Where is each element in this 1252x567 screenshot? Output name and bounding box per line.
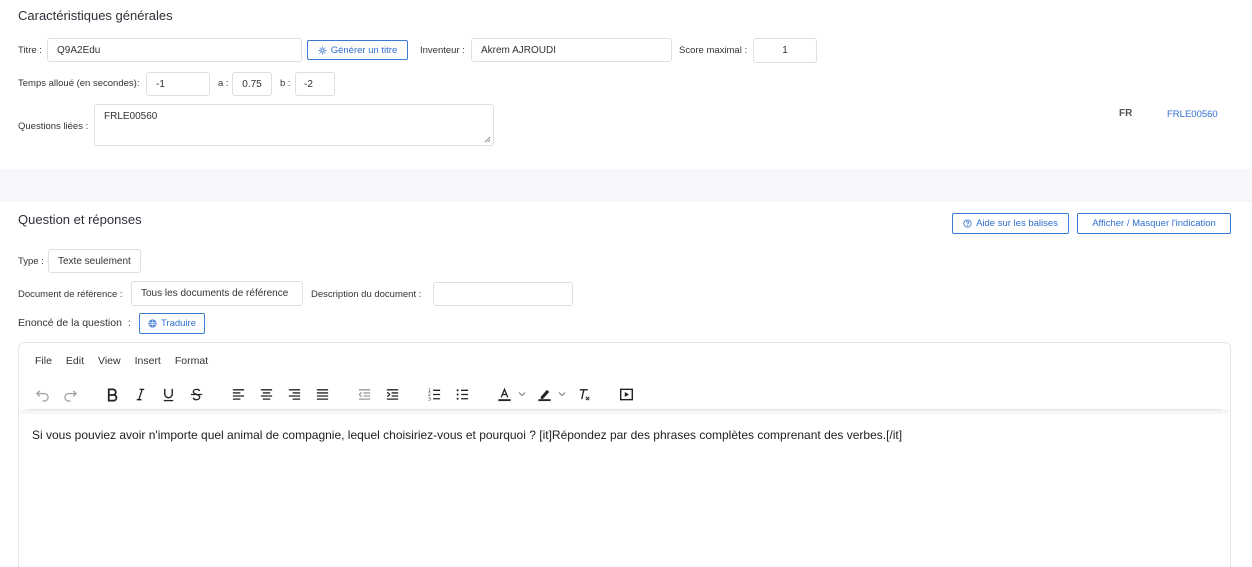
globe-icon	[148, 319, 157, 328]
section-divider	[0, 169, 1252, 202]
inventor-input[interactable]: Akrem AJROUDI	[471, 38, 672, 62]
svg-text:3: 3	[428, 396, 431, 402]
text-color-icon[interactable]	[493, 383, 515, 405]
bulleted-list-icon[interactable]	[451, 383, 473, 405]
reference-document-label: Document de référence :	[18, 289, 123, 300]
title-input[interactable]: Q9A2Edu	[47, 38, 302, 62]
title-label: Titre :	[18, 45, 42, 56]
strikethrough-icon[interactable]	[185, 383, 207, 405]
inventor-label: Inventeur :	[420, 45, 465, 56]
question-statement-colon: :	[127, 317, 131, 329]
tags-help-button[interactable]: Aide sur les balises	[952, 213, 1069, 234]
media-icon[interactable]	[615, 383, 637, 405]
type-select[interactable]: Texte seulement	[48, 249, 141, 273]
gear-icon	[318, 46, 327, 54]
help-icon	[963, 219, 972, 228]
rich-text-editor: File Edit View Insert Format 123 Si vous…	[18, 342, 1231, 567]
outdent-icon[interactable]	[353, 383, 375, 405]
b-input[interactable]: -2	[295, 72, 335, 96]
editor-toolbar: 123	[31, 383, 643, 405]
language-code: FR	[1119, 108, 1133, 119]
max-score-label: Score maximal :	[679, 45, 748, 56]
menu-view[interactable]: View	[98, 355, 121, 367]
highlight-color-icon[interactable]	[533, 383, 555, 405]
numbered-list-icon[interactable]: 123	[423, 383, 445, 405]
toggle-hint-label: Afficher / Masquer l'indication	[1092, 218, 1216, 229]
editor-content-shadow	[20, 410, 1229, 416]
chevron-down-icon[interactable]	[517, 389, 527, 399]
question-statement-text: Enoncé de la question	[18, 317, 122, 329]
linked-questions-value: FRLE00560	[104, 111, 158, 122]
resize-handle-icon[interactable]	[484, 136, 491, 143]
chevron-down-icon[interactable]	[557, 389, 567, 399]
max-score-input[interactable]: 1	[753, 38, 817, 63]
linked-question-link[interactable]: FRLE00560	[1167, 109, 1218, 120]
time-label: Temps alloué (en secondes):	[18, 78, 140, 89]
a-input[interactable]: 0.75	[232, 72, 272, 96]
underline-icon[interactable]	[157, 383, 179, 405]
reference-document-select[interactable]: Tous les documents de référence	[131, 281, 303, 306]
linked-questions-textarea[interactable]: FRLE00560	[94, 104, 494, 146]
toggle-hint-button[interactable]: Afficher / Masquer l'indication	[1077, 213, 1231, 234]
b-label: b :	[280, 78, 291, 89]
clear-format-icon[interactable]	[573, 383, 595, 405]
time-input[interactable]: -1	[146, 72, 210, 96]
document-description-label: Description du document :	[311, 289, 422, 300]
redo-icon[interactable]	[59, 383, 81, 405]
tags-help-label: Aide sur les balises	[976, 218, 1058, 229]
menu-insert[interactable]: Insert	[135, 355, 161, 367]
menu-format[interactable]: Format	[175, 355, 208, 367]
align-right-icon[interactable]	[283, 383, 305, 405]
document-description-input[interactable]	[433, 282, 573, 306]
editor-content[interactable]: Si vous pouviez avoir n'importe quel ani…	[32, 428, 902, 442]
highlight-color-control[interactable]	[533, 383, 567, 405]
indent-icon[interactable]	[381, 383, 403, 405]
menu-file[interactable]: File	[35, 355, 52, 367]
text-color-control[interactable]	[493, 383, 527, 405]
general-section-title: Caractéristiques générales	[18, 8, 173, 23]
align-center-icon[interactable]	[255, 383, 277, 405]
a-label: a :	[218, 78, 229, 89]
type-label: Type :	[18, 256, 44, 267]
editor-menubar: File Edit View Insert Format	[35, 355, 222, 367]
translate-button[interactable]: Traduire	[139, 313, 205, 334]
undo-icon[interactable]	[31, 383, 53, 405]
bold-icon[interactable]	[101, 383, 123, 405]
question-section-title: Question et réponses	[18, 212, 142, 227]
generate-title-button[interactable]: Générer un titre	[307, 40, 408, 60]
italic-icon[interactable]	[129, 383, 151, 405]
linked-questions-label: Questions liées :	[18, 121, 89, 132]
translate-label: Traduire	[160, 318, 197, 329]
align-left-icon[interactable]	[227, 383, 249, 405]
menu-edit[interactable]: Edit	[66, 355, 84, 367]
question-statement-label: Enoncé de la question :	[18, 317, 131, 329]
generate-title-label: Générer un titre	[330, 44, 398, 56]
align-justify-icon[interactable]	[311, 383, 333, 405]
